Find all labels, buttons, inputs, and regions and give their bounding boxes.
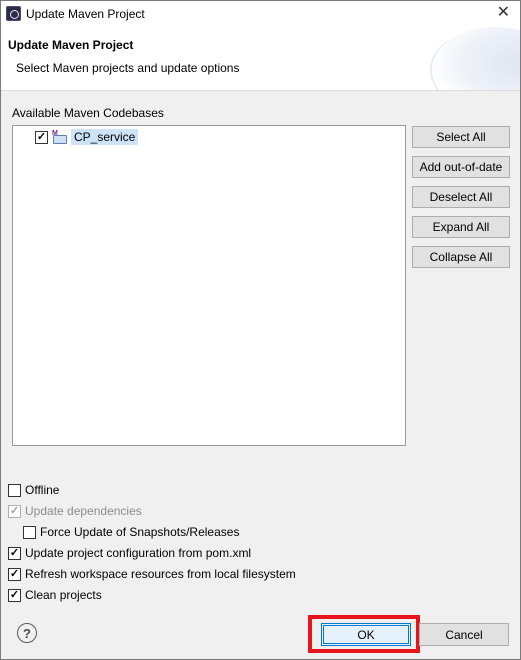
codebases-label: Available Maven Codebases (12, 106, 164, 120)
update-config-checkbox[interactable] (8, 546, 21, 560)
force-update-option[interactable]: Force Update of Snapshots/Releases (23, 525, 239, 539)
update-dependencies-option: Update dependencies (8, 504, 142, 518)
cancel-button[interactable]: Cancel (419, 623, 509, 646)
close-icon[interactable]: ✕ (497, 4, 510, 22)
update-dependencies-label: Update dependencies (25, 504, 142, 518)
update-config-option[interactable]: Update project configuration from pom.xm… (8, 546, 251, 560)
clean-projects-option[interactable]: Clean projects (8, 588, 102, 602)
update-config-label: Update project configuration from pom.xm… (25, 546, 252, 560)
tree-item-label: CP_service (71, 129, 139, 145)
update-dependencies-checkbox (8, 504, 21, 518)
deselect-all-button[interactable]: Deselect All (412, 186, 510, 208)
expand-all-button[interactable]: Expand All (412, 216, 510, 238)
codebases-tree[interactable]: M CP_service (12, 125, 406, 446)
ok-button[interactable]: OK (321, 623, 411, 646)
help-icon[interactable]: ? (17, 623, 37, 643)
collapse-all-button[interactable]: Collapse All (412, 246, 510, 268)
dialog-heading: Update Maven Project (8, 38, 134, 52)
refresh-workspace-checkbox[interactable] (8, 567, 21, 581)
clean-projects-checkbox[interactable] (8, 588, 21, 602)
clean-projects-label: Clean projects (25, 588, 102, 602)
window-title: Update Maven Project (26, 7, 145, 21)
title-bar: Update Maven Project ✕ (1, 1, 520, 27)
offline-option[interactable]: Offline (8, 483, 59, 497)
offline-checkbox[interactable] (8, 483, 21, 497)
project-checkbox[interactable] (35, 130, 48, 144)
update-maven-project-dialog: Update Maven Project ✕ Update Maven Proj… (0, 0, 521, 660)
force-update-checkbox[interactable] (23, 525, 36, 539)
add-out-of-date-button[interactable]: Add out-of-date (412, 156, 510, 178)
maven-project-icon: M (52, 130, 68, 144)
refresh-workspace-label: Refresh workspace resources from local f… (25, 567, 296, 581)
force-update-label: Force Update of Snapshots/Releases (40, 525, 240, 539)
dialog-description: Select Maven projects and update options (16, 61, 240, 75)
select-all-button[interactable]: Select All (412, 126, 510, 148)
tree-item-cp-service[interactable]: M CP_service (35, 128, 139, 146)
eclipse-icon (6, 6, 21, 21)
refresh-workspace-option[interactable]: Refresh workspace resources from local f… (8, 567, 296, 581)
offline-label: Offline (25, 483, 60, 497)
header-banner: Update Maven Project Select Maven projec… (1, 27, 520, 91)
